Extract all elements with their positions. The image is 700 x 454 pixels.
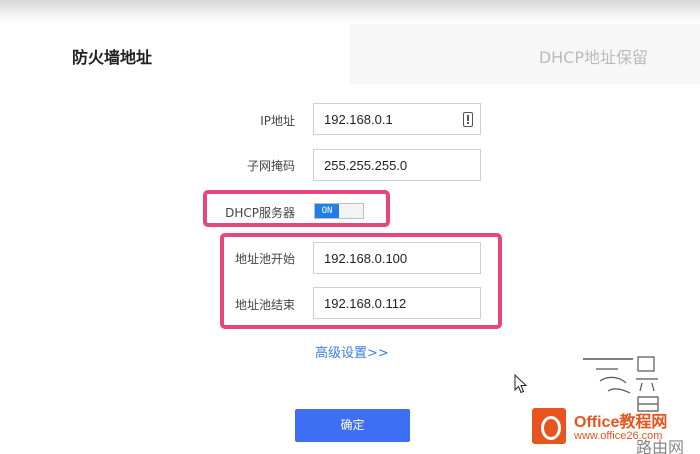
tab-dhcp-reservation[interactable]: DHCP地址保留 (350, 24, 700, 84)
dhcp-server-toggle[interactable]: ON (314, 203, 364, 219)
tab-firewall-address-label: 防火墙地址 (72, 48, 153, 67)
watermark-title: Office教程网 (574, 414, 668, 431)
subnet-mask-label: 子网掩码 (246, 159, 295, 173)
pool-start-value: 192.168.0.100 (324, 251, 408, 266)
subnet-mask-field[interactable]: 255.255.255.0 (313, 149, 481, 181)
pool-end-value: 192.168.0.112 (324, 296, 407, 311)
pool-end-label: 地址池结束 (234, 298, 295, 312)
tab-dhcp-reservation-label: DHCP地址保留 (538, 48, 648, 67)
watermark-side-text: 路由网 (636, 438, 685, 454)
office-logo-icon (532, 408, 566, 444)
dhcp-toggle-on-text: ON (315, 204, 339, 218)
confirm-button[interactable]: 确定 (295, 409, 410, 442)
tab-firewall-address[interactable]: 防火墙地址 (0, 24, 350, 84)
pool-start-field[interactable]: 192.168.0.100 (313, 242, 481, 274)
dhcp-server-label: DHCP服务器 (225, 206, 295, 220)
mouse-cursor-icon (514, 374, 528, 394)
pool-end-field[interactable]: 192.168.0.112 (313, 287, 481, 319)
advanced-settings-link[interactable]: 高级设置>> (315, 342, 389, 361)
subnet-mask-value: 255.255.255.0 (324, 158, 408, 173)
ip-address-field[interactable]: 192.168.0.1 (313, 103, 481, 135)
warning-icon (463, 112, 473, 127)
ip-address-label: IP地址 (260, 114, 295, 128)
window-top-shadow (0, 0, 700, 24)
ip-address-value: 192.168.0.1 (324, 112, 393, 127)
tab-bar: 防火墙地址 DHCP地址保留 (0, 24, 700, 84)
pool-start-label: 地址池开始 (234, 252, 295, 266)
